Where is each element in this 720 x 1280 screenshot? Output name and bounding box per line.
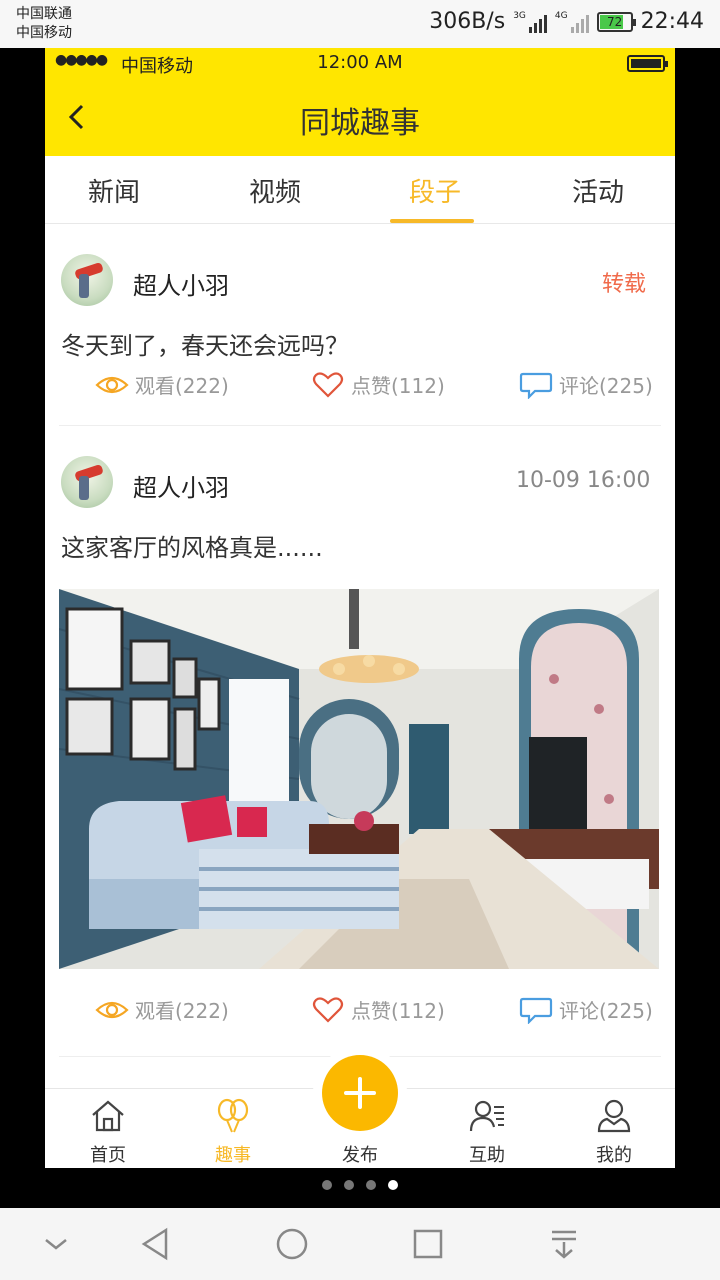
page-dot[interactable] (322, 1180, 332, 1190)
views-count: 观看(222) (135, 999, 229, 1023)
battery-icon: 72 (596, 11, 636, 32)
carrier-names: 中国联通 中国移动 (16, 5, 72, 43)
tab-mine-label: 我的 (596, 1145, 632, 1166)
notification-pull-icon[interactable] (546, 1226, 582, 1262)
living-room-photo[interactable] (59, 589, 659, 969)
eye-icon (95, 1001, 129, 1018)
signal-4g-label: 4G (554, 10, 568, 21)
post-text: 这家客厅的风格真是...... (61, 534, 323, 562)
repost-badge: 转载 (602, 272, 647, 297)
page-dot[interactable] (366, 1180, 376, 1190)
like-action[interactable]: 点赞(112) (311, 995, 445, 1024)
system-nav-bar (0, 1208, 720, 1280)
app-screen: ●●●●● 中国移动 12:00 AM 同城趣事 新闻 视频 段子 活动 超人小… (45, 48, 675, 1168)
balloons-icon (217, 1098, 249, 1133)
carrier-2: 中国移动 (16, 25, 72, 41)
home-icon (92, 1100, 124, 1132)
tab-news[interactable]: 新闻 (64, 172, 164, 209)
android-status-bar: 中国联通 中国移动 306B/s 3G 4G 72 22:44 (0, 0, 720, 48)
ios-status-bar: ●●●●● 中国移动 12:00 AM (45, 48, 675, 78)
tab-mine[interactable]: 我的 (569, 1089, 659, 1168)
comment-icon (519, 997, 553, 1024)
heart-icon (312, 371, 344, 398)
tab-events[interactable]: 活动 (548, 172, 648, 209)
signal-3g-icon: 3G (513, 11, 547, 33)
post-actions: 观看(222) 点赞(112) 评论(225) (45, 370, 675, 410)
views-count: 观看(222) (135, 374, 229, 398)
recents-square-icon[interactable] (410, 1226, 446, 1262)
likes-count: 点赞(112) (351, 374, 445, 398)
tab-video[interactable]: 视频 (225, 172, 325, 209)
ios-battery-icon (627, 55, 668, 72)
battery-level: 72 (606, 14, 623, 29)
avatar[interactable] (61, 456, 113, 508)
user-name[interactable]: 超人小羽 (133, 468, 229, 503)
tab-jokes[interactable]: 段子 (385, 172, 485, 209)
status-indicators: 306B/s 3G 4G 72 22:44 (429, 9, 704, 34)
clock: 22:44 (640, 9, 704, 34)
page-title: 同城趣事 (300, 106, 420, 141)
heart-icon (312, 996, 344, 1023)
plus-icon[interactable] (322, 1055, 398, 1131)
nav-bar: 同城趣事 (45, 78, 675, 156)
comment-action[interactable]: 评论(225) (519, 370, 653, 399)
signal-3g-label: 3G (513, 10, 526, 21)
tab-publish-label: 发布 (342, 1145, 378, 1166)
likes-count: 点赞(112) (351, 999, 445, 1023)
tab-home-label: 首页 (90, 1145, 126, 1166)
comments-count: 评论(225) (559, 374, 653, 398)
page-dot[interactable] (344, 1180, 354, 1190)
tab-fun[interactable]: 趣事 (188, 1089, 278, 1168)
comments-count: 评论(225) (559, 999, 653, 1023)
signal-4g-icon: 4G (555, 11, 589, 33)
active-tab-indicator (390, 219, 474, 223)
eye-icon (95, 376, 129, 393)
chevron-down-icon[interactable] (38, 1226, 74, 1262)
user-name[interactable]: 超人小羽 (133, 266, 229, 301)
network-speed: 306B/s (429, 9, 506, 34)
page-indicator (0, 1180, 720, 1196)
like-action[interactable]: 点赞(112) (311, 370, 445, 399)
contacts-icon (469, 1100, 504, 1132)
comment-icon (519, 372, 553, 399)
post-divider (59, 425, 661, 426)
tab-fun-label: 趣事 (215, 1145, 251, 1166)
comment-action[interactable]: 评论(225) (519, 995, 653, 1024)
tab-home[interactable]: 首页 (63, 1089, 153, 1168)
page-dot-active[interactable] (388, 1180, 398, 1190)
post-text: 冬天到了，春天还会远吗？ (61, 332, 349, 360)
avatar[interactable] (61, 254, 113, 306)
views-action[interactable]: 观看(222) (95, 995, 229, 1024)
back-triangle-icon[interactable] (138, 1226, 174, 1262)
home-circle-icon[interactable] (274, 1226, 310, 1262)
post-actions: 观看(222) 点赞(112) 评论(225) (45, 995, 675, 1035)
views-action[interactable]: 观看(222) (95, 370, 229, 399)
post-timestamp: 10-09 16:00 (516, 468, 651, 493)
user-icon (597, 1099, 631, 1133)
carrier-1: 中国联通 (16, 6, 72, 22)
tab-help-label: 互助 (469, 1145, 505, 1166)
ios-time: 12:00 AM (317, 52, 403, 73)
tab-help[interactable]: 互助 (442, 1089, 532, 1168)
category-tabs: 新闻 视频 段子 活动 (45, 156, 675, 224)
